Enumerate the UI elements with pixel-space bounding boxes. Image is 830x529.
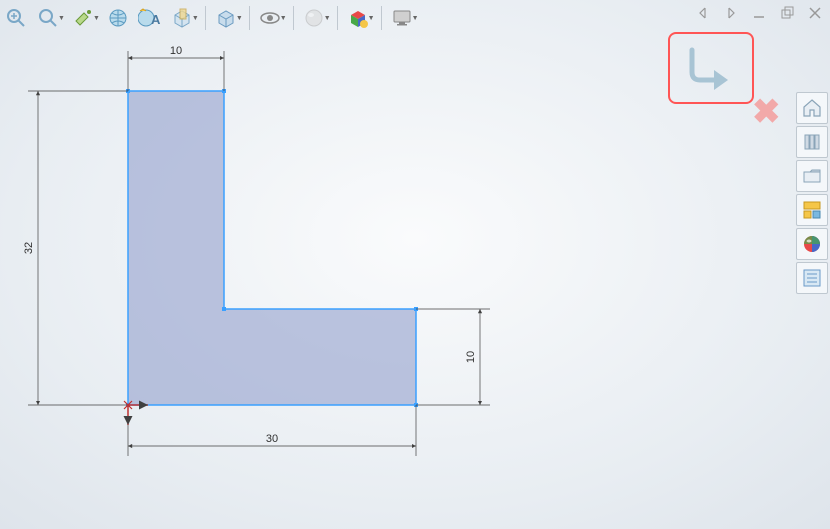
prev-button[interactable] bbox=[694, 4, 712, 22]
next-button[interactable] bbox=[722, 4, 740, 22]
dimension-right[interactable]: 10 bbox=[416, 309, 490, 405]
separator bbox=[205, 6, 206, 30]
window-controls bbox=[694, 4, 824, 22]
origin-marker bbox=[124, 401, 148, 425]
restore-button[interactable] bbox=[778, 4, 796, 22]
dim-bottom-label: 30 bbox=[266, 433, 278, 445]
dim-left-label: 32 bbox=[23, 242, 35, 254]
folder-icon[interactable] bbox=[796, 160, 828, 192]
library-icon[interactable] bbox=[796, 126, 828, 158]
home-icon[interactable] bbox=[796, 92, 828, 124]
close-button[interactable] bbox=[806, 4, 824, 22]
svg-text:A: A bbox=[151, 12, 161, 27]
zoom-fit-icon[interactable] bbox=[2, 4, 30, 32]
dimension-bottom[interactable]: 30 bbox=[128, 405, 416, 456]
dropdown-icon[interactable]: ▼ bbox=[192, 15, 199, 22]
separator bbox=[337, 6, 338, 30]
l-shape[interactable] bbox=[128, 91, 416, 405]
separator bbox=[249, 6, 250, 30]
sphere-icon[interactable] bbox=[300, 4, 328, 32]
right-sidebar bbox=[796, 92, 830, 294]
globe-icon[interactable] bbox=[104, 4, 132, 32]
dim-top-label: 10 bbox=[170, 45, 182, 57]
dropdown-icon[interactable]: ▼ bbox=[93, 15, 100, 22]
list-icon[interactable] bbox=[796, 262, 828, 294]
dimension-left[interactable]: 32 bbox=[23, 91, 128, 405]
dropdown-icon[interactable]: ▼ bbox=[58, 15, 65, 22]
dropdown-icon[interactable]: ▼ bbox=[368, 15, 375, 22]
layout-icon[interactable] bbox=[796, 194, 828, 226]
dropdown-icon[interactable]: ▼ bbox=[236, 15, 243, 22]
dropdown-icon[interactable]: ▼ bbox=[412, 15, 419, 22]
drawing-canvas[interactable]: 10 32 30 10 bbox=[0, 36, 794, 529]
color-ball-icon[interactable] bbox=[796, 228, 828, 260]
separator bbox=[381, 6, 382, 30]
dropdown-icon[interactable]: ▼ bbox=[280, 15, 287, 22]
viewport: ▼ ▼ A ▼ ▼ ▼ ▼ ▼ ▼ bbox=[0, 0, 830, 529]
dimension-top[interactable]: 10 bbox=[128, 45, 224, 91]
minimize-button[interactable] bbox=[750, 4, 768, 22]
separator bbox=[293, 6, 294, 30]
dim-right-label: 10 bbox=[465, 351, 477, 363]
font-icon[interactable]: A bbox=[136, 4, 164, 32]
